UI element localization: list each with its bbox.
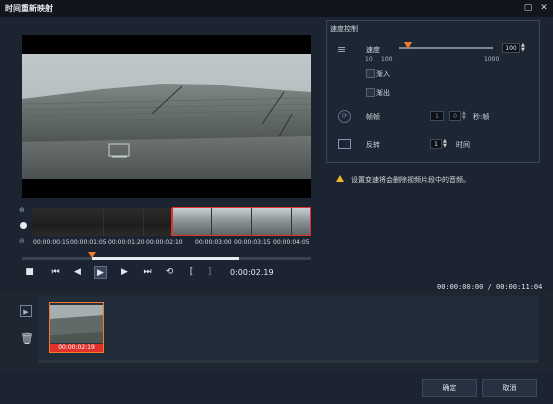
freeze-label: 帧帧 <box>366 113 380 121</box>
fade-in-checkbox[interactable] <box>366 69 375 78</box>
slider-mid-label: 100 <box>381 56 393 63</box>
warning-text: 设置变速将会删除视频片段中的音频。 <box>351 176 470 184</box>
timecode-label: 00:00:01:05 <box>70 239 107 246</box>
filmstrip-frame <box>144 208 172 236</box>
play-icon[interactable]: ▶ <box>94 266 107 279</box>
go-to-end-icon[interactable]: ⏭ <box>141 266 154 279</box>
clip-thumbnail[interactable]: 00:00:02:19 <box>49 302 104 353</box>
speed-input[interactable]: 100 <box>502 43 520 53</box>
filmstrip-frame <box>104 208 144 236</box>
trash-icon[interactable]: 🗑 <box>20 332 34 345</box>
go-to-start-icon[interactable]: ⏮ <box>49 266 62 279</box>
scrubber-fill <box>92 257 239 260</box>
fade-out-label: 渐出 <box>376 89 390 97</box>
cancel-button[interactable]: 取消 <box>482 379 537 397</box>
freeze-frames-input[interactable]: 0 <box>449 111 461 121</box>
total-time-display: 00:00:00:00 / 00:00:11:04 <box>437 283 543 291</box>
timecode-label: 00:00:03:15 <box>234 239 271 246</box>
speed-stepper-icon[interactable]: ▲ ▼ <box>521 43 525 53</box>
timecode-label: 00:00:04:05 <box>273 239 310 246</box>
section-title: 速度控制 <box>330 25 358 33</box>
mark-in-button[interactable]: [ <box>185 266 198 279</box>
clip-thumbnail-image <box>50 305 103 343</box>
reverse-icon <box>338 139 351 149</box>
freeze-unit-label: 秒:帧 <box>473 113 490 121</box>
freeze-frame-icon: ⟳ <box>338 110 351 123</box>
video-preview <box>22 35 311 198</box>
video-frame-image <box>22 54 311 179</box>
speed-slider-handle[interactable] <box>404 42 412 49</box>
stop-icon[interactable]: ■ <box>23 266 36 279</box>
timecode-label: 00:00:03:00 <box>195 239 232 246</box>
reverse-label: 反转 <box>366 141 380 149</box>
previous-frame-icon[interactable]: ◀ <box>71 266 84 279</box>
next-frame-icon[interactable]: ▶ <box>118 266 131 279</box>
title-bar <box>0 0 553 17</box>
repeat-icon[interactable]: ⟲ <box>163 266 176 279</box>
ok-button[interactable]: 确定 <box>422 379 477 397</box>
reverse-stepper-icon[interactable]: ▲ ▼ <box>443 139 447 149</box>
window-title: 时间重新映射 <box>5 4 53 13</box>
clip-bin <box>38 296 539 360</box>
warning-icon <box>336 175 344 182</box>
close-icon[interactable]: ✕ <box>538 2 550 14</box>
speed-icon: ≡ <box>337 43 347 56</box>
add-clip-icon[interactable]: ▶ <box>20 305 32 317</box>
scrubber-handle[interactable] <box>88 252 96 258</box>
zoom-out-icon[interactable]: ⊖ <box>19 237 25 245</box>
slider-max-label: 1000 <box>484 56 500 63</box>
slider-min-label: 10 <box>365 56 373 63</box>
reverse-unit-label: 时间 <box>456 141 470 149</box>
timecode-label: 00:00:02:10 <box>146 239 183 246</box>
zoom-slider-handle[interactable] <box>20 222 27 229</box>
speed-slider-track[interactable] <box>399 47 493 49</box>
clip-timecode: 00:00:02:19 <box>50 344 103 352</box>
speed-label: 速度 <box>366 46 380 54</box>
mark-out-button[interactable]: ] <box>203 266 216 279</box>
filmstrip-frame <box>64 208 104 236</box>
current-time-display[interactable]: 0:00:02.19 <box>230 268 274 277</box>
zoom-in-icon[interactable]: ⊕ <box>19 206 25 214</box>
timecode-label: 00:00:01:20 <box>108 239 145 246</box>
video-frame <box>22 54 311 179</box>
freeze-stepper-icon[interactable]: ▲ ▼ <box>462 111 466 121</box>
timecode-label: 00:00:00:15 <box>33 239 70 246</box>
freeze-seconds-input[interactable]: 1 <box>430 111 444 121</box>
fade-out-checkbox[interactable] <box>366 88 375 97</box>
fade-in-label: 渐入 <box>376 70 390 78</box>
timeline-selection[interactable] <box>172 207 311 236</box>
maximize-icon[interactable]: ▢ <box>522 2 534 14</box>
horizontal-scrollbar[interactable] <box>38 360 539 363</box>
reverse-count-input[interactable]: 1 <box>430 139 442 149</box>
